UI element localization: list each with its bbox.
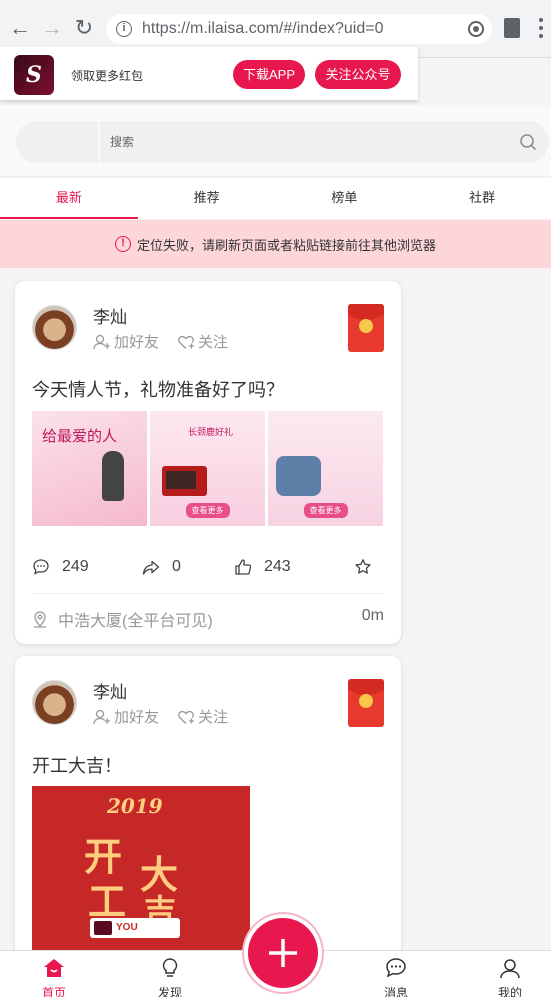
location-target-icon[interactable]	[468, 21, 484, 37]
location-error-banner: ! 定位失败，请刷新页面或者粘贴链接前往其他浏览器	[0, 220, 551, 268]
post-card[interactable]: 李灿 加好友 关注 今天情人节，礼物准备好了吗？ 给最爱的人 长颈鹿好礼 查看更…	[15, 281, 401, 644]
tab-ranking[interactable]: 榜单	[276, 178, 414, 219]
like-button[interactable]: 243	[234, 558, 354, 576]
location-selector[interactable]	[16, 121, 98, 163]
add-friend-icon	[93, 334, 110, 349]
post-card[interactable]: 李灿 加好友 关注 开工大吉！ 2019 开 大 工 吉 YOU	[15, 656, 401, 956]
poster-logo: YOU	[90, 918, 180, 938]
url-text: https://m.ilaisa.com/#/index?uid=0	[142, 20, 384, 37]
bedding-image	[276, 456, 321, 496]
image-figure	[102, 451, 124, 501]
post-user-actions: 加好友 关注	[93, 706, 246, 727]
share-count: 0	[172, 558, 181, 575]
search-input[interactable]	[110, 132, 490, 152]
app-promo-bar: S 领取更多红包 下载APP 关注公众号	[0, 47, 418, 100]
tab-recommended[interactable]: 推荐	[138, 178, 276, 219]
post-location: 中浩大厦(全平台可见)	[32, 607, 213, 631]
nav-home-label: 首页	[41, 986, 66, 997]
image-cta: 查看更多	[185, 503, 230, 518]
poster-year: 2019	[107, 794, 163, 818]
follow-button[interactable]: 关注	[177, 706, 228, 727]
post-images: 给最爱的人 长颈鹿好礼 查看更多 查看更多	[32, 411, 386, 526]
tab-latest[interactable]: 最新	[0, 178, 138, 219]
avatar[interactable]	[32, 305, 77, 350]
message-icon	[386, 958, 406, 978]
share-icon	[142, 560, 160, 575]
nav-discover[interactable]: 发现	[150, 957, 190, 997]
forward-icon[interactable]: →	[40, 15, 64, 40]
post-image[interactable]: 给最爱的人	[32, 411, 147, 526]
nav-discover-label: 发现	[157, 986, 182, 997]
post-text: 今天情人节，礼物准备好了吗？	[32, 380, 284, 400]
alert-text: 定位失败，请刷新页面或者粘贴链接前往其他浏览器	[136, 237, 436, 253]
add-friend-button[interactable]: 加好友	[93, 331, 159, 352]
follow-label: 关注	[198, 709, 229, 726]
follow-heart-icon	[178, 710, 195, 724]
post-username[interactable]: 李灿	[93, 678, 127, 703]
location-pin-icon	[34, 611, 46, 628]
post-image[interactable]: 查看更多	[268, 411, 383, 526]
image-caption: 长颈鹿好礼	[188, 427, 234, 437]
nav-messages[interactable]: 消息	[376, 957, 416, 997]
search-box	[100, 121, 549, 163]
follow-account-button[interactable]: 关注公众号	[315, 60, 401, 89]
user-icon	[500, 959, 520, 979]
add-friend-label: 加好友	[114, 709, 160, 726]
add-friend-button[interactable]: 加好友	[93, 706, 159, 727]
avatar[interactable]	[32, 680, 77, 725]
post-text: 开工大吉！	[32, 756, 122, 776]
post-user-actions: 加好友 关注	[93, 331, 246, 352]
post-image[interactable]: 2019 开 大 工 吉 YOU	[32, 786, 250, 956]
share-button[interactable]: 0	[142, 558, 234, 576]
address-bar[interactable]: i https://m.ilaisa.com/#/index?uid=0	[106, 14, 492, 44]
location-text: 中浩大厦(全平台可见)	[58, 613, 213, 630]
search-section	[0, 105, 551, 177]
image-caption: 给最爱的人	[42, 427, 118, 445]
nav-messages-label: 消息	[383, 986, 408, 997]
home-icon	[44, 959, 64, 977]
comment-button[interactable]: 249	[32, 558, 142, 576]
extension-icon[interactable]	[504, 18, 520, 38]
alert-icon: !	[114, 236, 131, 252]
red-envelope-icon[interactable]	[348, 679, 384, 727]
feed-tabs: 最新 推荐 榜单 社群	[0, 178, 551, 219]
nav-profile-label: 我的	[497, 986, 522, 997]
post-username[interactable]: 李灿	[93, 303, 127, 328]
promo-text: 领取更多红包	[71, 69, 144, 83]
add-friend-icon	[93, 709, 110, 724]
browser-menu-icon[interactable]	[538, 18, 544, 38]
reload-icon[interactable]: ↻	[72, 15, 96, 40]
nav-home[interactable]: 首页	[34, 957, 74, 997]
image-cta: 查看更多	[303, 503, 348, 518]
back-icon[interactable]: ←	[8, 15, 32, 40]
oven-image	[162, 466, 207, 496]
follow-heart-icon	[178, 335, 195, 349]
create-post-button[interactable]	[248, 918, 318, 988]
comment-icon	[33, 559, 49, 575]
post-stats: 249 0 243	[32, 558, 384, 576]
follow-button[interactable]: 关注	[177, 331, 228, 352]
add-friend-label: 加好友	[114, 334, 160, 351]
thumbs-up-icon	[235, 559, 252, 575]
comment-count: 249	[62, 558, 89, 575]
info-icon[interactable]: i	[116, 21, 132, 37]
divider	[32, 593, 384, 594]
nav-profile[interactable]: 我的	[490, 957, 530, 997]
like-count: 243	[264, 558, 291, 575]
lightbulb-icon	[162, 958, 178, 977]
red-envelope-icon[interactable]	[348, 304, 384, 352]
follow-label: 关注	[198, 334, 229, 351]
distance-text: 0m	[361, 607, 384, 624]
star-icon	[355, 559, 371, 574]
favorite-button[interactable]	[354, 558, 384, 576]
search-icon[interactable]	[519, 133, 537, 151]
app-logo: S	[14, 55, 54, 95]
tab-community[interactable]: 社群	[413, 178, 551, 219]
plus-icon	[269, 939, 297, 967]
post-image[interactable]: 长颈鹿好礼 查看更多	[150, 411, 265, 526]
download-app-button[interactable]: 下载APP	[233, 60, 305, 89]
